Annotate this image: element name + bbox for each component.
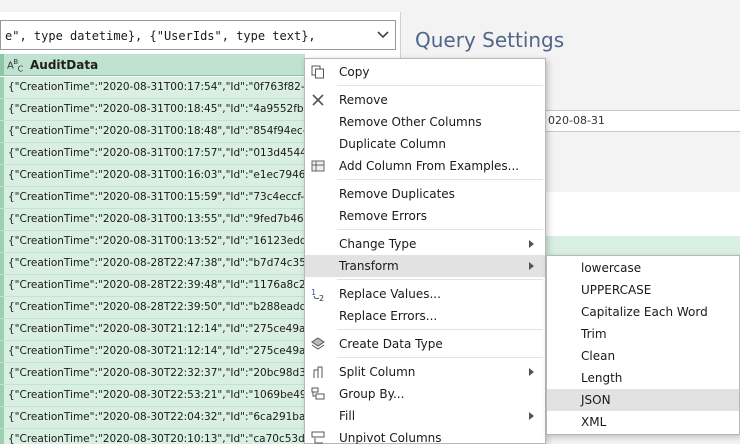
data-type-icon xyxy=(309,336,327,352)
submenu-item-trim[interactable]: Trim xyxy=(547,323,739,345)
menu-item-remove-duplicates[interactable]: Remove Duplicates xyxy=(305,183,545,205)
table-row[interactable]: {"CreationTime":"2020-08-28T22:39:48","I… xyxy=(0,275,305,297)
submenu-item-xml[interactable]: XML xyxy=(547,411,739,433)
data-rows: {"CreationTime":"2020-08-31T00:17:54","I… xyxy=(0,77,305,444)
menu-item-duplicate-column[interactable]: Duplicate Column xyxy=(305,133,545,155)
table-row[interactable]: {"CreationTime":"2020-08-28T22:47:38","I… xyxy=(0,253,305,275)
menu-separator xyxy=(337,329,543,330)
column-header-marker xyxy=(0,54,4,76)
table-row[interactable]: {"CreationTime":"2020-08-30T22:53:21","I… xyxy=(0,385,305,407)
table-row[interactable]: {"CreationTime":"2020-08-31T00:17:57","I… xyxy=(0,143,305,165)
unpivot-icon xyxy=(309,430,327,444)
remove-column-icon xyxy=(309,92,327,108)
cell-text: {"CreationTime":"2020-08-28T22:47:38","I… xyxy=(8,257,305,269)
properties-field[interactable]: 020-08-31 xyxy=(544,110,740,132)
column-context-menu: Copy Remove Remove Other Columns Duplica… xyxy=(304,58,546,444)
menu-item-create-data-type[interactable]: Create Data Type xyxy=(305,333,545,355)
table-row[interactable]: {"CreationTime":"2020-08-31T00:18:48","I… xyxy=(0,121,305,143)
formula-bar[interactable]: e", type datetime}, {"UserIds", type tex… xyxy=(0,20,396,50)
submenu-item-json[interactable]: JSON xyxy=(547,389,739,411)
table-row[interactable]: {"CreationTime":"2020-08-31T00:15:59","I… xyxy=(0,187,305,209)
cell-text: {"CreationTime":"2020-08-30T21:12:14","I… xyxy=(8,323,305,335)
menu-item-copy[interactable]: Copy xyxy=(305,61,545,83)
table-row[interactable]: {"CreationTime":"2020-08-30T22:32:37","I… xyxy=(0,363,305,385)
cell-text: {"CreationTime":"2020-08-31T00:17:54","I… xyxy=(8,81,305,93)
table-row[interactable]: {"CreationTime":"2020-08-30T21:12:14","I… xyxy=(0,319,305,341)
menu-item-replace-errors[interactable]: Replace Errors... xyxy=(305,305,545,327)
submenu-arrow-icon xyxy=(529,412,534,420)
submenu-item-uppercase[interactable]: UPPERCASE xyxy=(547,279,739,301)
group-by-icon xyxy=(309,386,327,402)
add-column-examples-icon xyxy=(309,158,327,174)
window-top-strip xyxy=(0,0,740,12)
menu-item-replace-values[interactable]: 12 Replace Values... xyxy=(305,283,545,305)
cell-text: {"CreationTime":"2020-08-31T00:15:59","I… xyxy=(8,191,305,203)
applied-steps-area xyxy=(541,192,740,236)
menu-separator xyxy=(337,279,543,280)
table-row[interactable]: {"CreationTime":"2020-08-30T22:04:32","I… xyxy=(0,407,305,429)
cell-text: {"CreationTime":"2020-08-30T21:12:14","I… xyxy=(8,345,305,357)
menu-item-remove-errors[interactable]: Remove Errors xyxy=(305,205,545,227)
submenu-item-clean[interactable]: Clean xyxy=(547,345,739,367)
menu-separator xyxy=(337,85,543,86)
menu-item-unpivot-columns[interactable]: Unpivot Columns xyxy=(305,427,545,444)
cell-text: {"CreationTime":"2020-08-30T22:32:37","I… xyxy=(8,367,305,379)
cell-text: {"CreationTime":"2020-08-30T20:10:13","I… xyxy=(8,433,305,444)
svg-text:1: 1 xyxy=(311,288,316,297)
menu-item-add-column-from-examples[interactable]: Add Column From Examples... xyxy=(305,155,545,177)
menu-item-remove-other-columns[interactable]: Remove Other Columns xyxy=(305,111,545,133)
table-row[interactable]: {"CreationTime":"2020-08-30T20:10:13","I… xyxy=(0,429,305,444)
replace-values-icon: 12 xyxy=(309,286,327,302)
menu-item-split-column[interactable]: Split Column xyxy=(305,361,545,383)
cell-text: {"CreationTime":"2020-08-30T22:53:21","I… xyxy=(8,389,305,401)
submenu-item-lowercase[interactable]: lowercase xyxy=(547,257,739,279)
cell-text: {"CreationTime":"2020-08-28T22:39:50","I… xyxy=(8,301,305,313)
column-header-auditdata[interactable]: ABC AuditData xyxy=(0,54,305,76)
properties-field-value: 020-08-31 xyxy=(548,114,605,127)
submenu-item-capitalize-each-word[interactable]: Capitalize Each Word xyxy=(547,301,739,323)
transform-submenu: lowercase UPPERCASE Capitalize Each Word… xyxy=(546,255,740,435)
cell-text: {"CreationTime":"2020-08-30T22:04:32","I… xyxy=(8,411,305,423)
submenu-arrow-icon xyxy=(529,240,534,248)
cell-text: {"CreationTime":"2020-08-31T00:18:48","I… xyxy=(8,125,305,137)
table-row[interactable]: {"CreationTime":"2020-08-31T00:16:03","I… xyxy=(0,165,305,187)
column-name: AuditData xyxy=(30,58,99,72)
menu-item-fill[interactable]: Fill xyxy=(305,405,545,427)
table-row[interactable]: {"CreationTime":"2020-08-31T00:18:45","I… xyxy=(0,99,305,121)
formula-text[interactable]: e", type datetime}, {"UserIds", type tex… xyxy=(5,29,316,43)
query-settings-title: Query Settings xyxy=(415,28,565,52)
submenu-arrow-icon xyxy=(529,262,534,270)
menu-item-remove[interactable]: Remove xyxy=(305,89,545,111)
cell-text: {"CreationTime":"2020-08-31T00:13:52","I… xyxy=(8,235,305,247)
copy-icon xyxy=(309,64,327,80)
submenu-arrow-icon xyxy=(529,368,534,376)
split-column-icon xyxy=(309,364,327,380)
table-row[interactable]: {"CreationTime":"2020-08-31T00:13:55","I… xyxy=(0,209,305,231)
table-row[interactable]: {"CreationTime":"2020-08-31T00:17:54","I… xyxy=(0,77,305,99)
cell-text: {"CreationTime":"2020-08-31T00:18:45","I… xyxy=(8,103,305,115)
menu-item-change-type[interactable]: Change Type xyxy=(305,233,545,255)
cell-text: {"CreationTime":"2020-08-31T00:16:03","I… xyxy=(8,169,305,181)
table-row[interactable]: {"CreationTime":"2020-08-28T22:39:50","I… xyxy=(0,297,305,319)
cell-text: {"CreationTime":"2020-08-31T00:13:55","I… xyxy=(8,213,305,225)
cell-text: {"CreationTime":"2020-08-31T00:17:57","I… xyxy=(8,147,305,159)
menu-item-group-by[interactable]: Group By... xyxy=(305,383,545,405)
text-type-icon[interactable]: ABC xyxy=(7,58,23,73)
menu-separator xyxy=(337,229,543,230)
menu-separator xyxy=(337,179,543,180)
submenu-item-length[interactable]: Length xyxy=(547,367,739,389)
svg-text:2: 2 xyxy=(319,294,324,302)
chevron-down-icon[interactable] xyxy=(375,27,391,43)
menu-separator xyxy=(337,357,543,358)
table-row[interactable]: {"CreationTime":"2020-08-31T00:13:52","I… xyxy=(0,231,305,253)
table-row[interactable]: {"CreationTime":"2020-08-30T21:12:14","I… xyxy=(0,341,305,363)
cell-text: {"CreationTime":"2020-08-28T22:39:48","I… xyxy=(8,279,305,291)
menu-item-transform[interactable]: Transform xyxy=(305,255,545,277)
